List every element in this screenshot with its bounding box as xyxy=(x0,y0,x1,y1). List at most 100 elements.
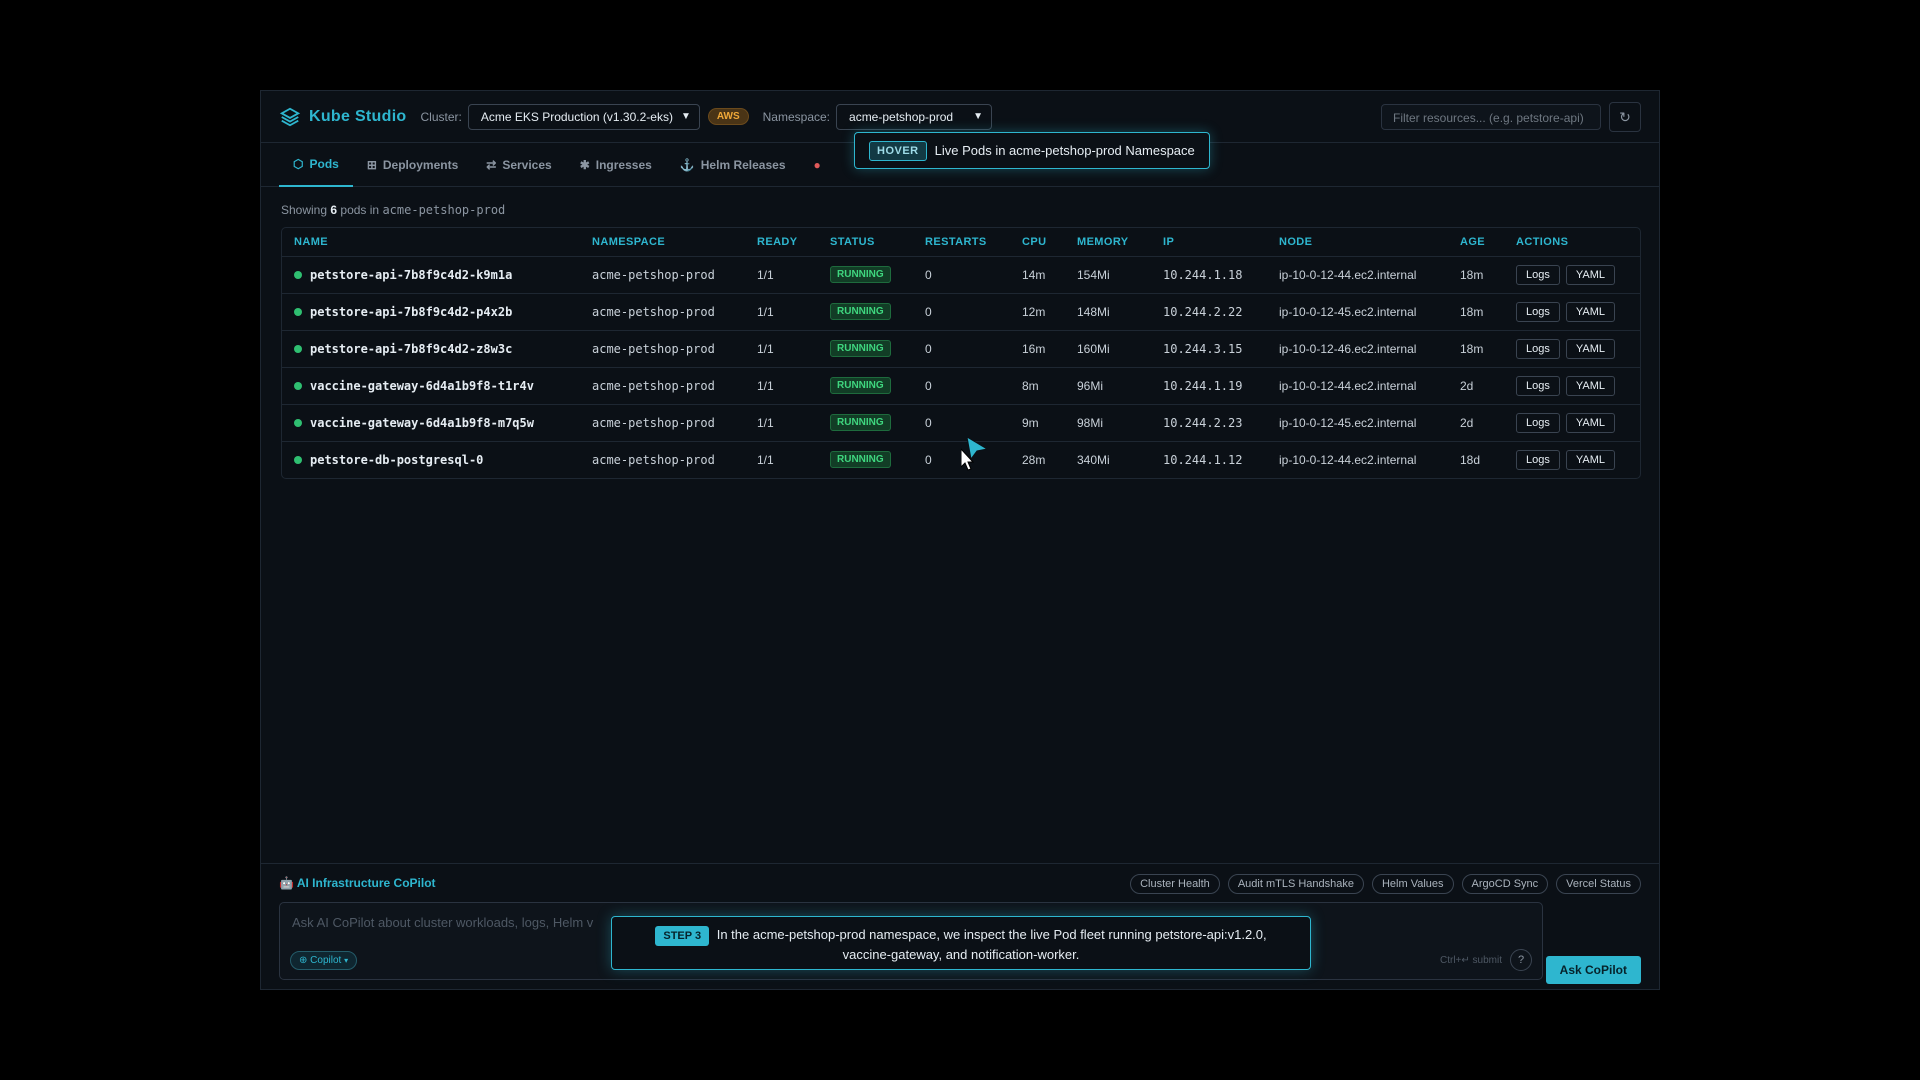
hover-text: Live Pods in acme-petshop-prod Namespace xyxy=(934,143,1195,158)
col-status[interactable]: STATUS xyxy=(818,228,913,257)
tab-deployments[interactable]: ⊞ Deployments xyxy=(353,143,472,187)
col-namespace[interactable]: NAMESPACE xyxy=(580,228,745,257)
pod-age: 18d xyxy=(1448,441,1504,478)
col-age[interactable]: AGE xyxy=(1448,228,1504,257)
summary-prefix: Showing xyxy=(281,203,328,217)
pod-ip: 10.244.2.23 xyxy=(1151,404,1267,442)
pod-namespace: acme-petshop-prod xyxy=(580,367,745,405)
chevron-down-icon: ▼ xyxy=(680,111,691,122)
col-cpu[interactable]: CPU xyxy=(1010,228,1065,257)
pod-name: vaccine-gateway-6d4a1b9f8-t1r4v xyxy=(310,378,534,393)
pod-cpu: 8m xyxy=(1010,367,1065,405)
logs-button[interactable]: Logs xyxy=(1516,375,1560,396)
help-button[interactable]: ? xyxy=(1510,949,1532,971)
pod-cpu: 9m xyxy=(1010,404,1065,442)
pod-name-cell[interactable]: petstore-api-7b8f9c4d2-z8w3c xyxy=(282,330,580,368)
chevron-down-icon: ▾ xyxy=(344,956,349,965)
chip-argocd-sync[interactable]: ArgoCD Sync xyxy=(1461,874,1549,894)
col-node[interactable]: NODE xyxy=(1267,228,1448,257)
chip-cluster-health[interactable]: Cluster Health xyxy=(1130,874,1220,894)
col-ip[interactable]: IP xyxy=(1151,228,1267,257)
pod-ip: 10.244.2.22 xyxy=(1151,293,1267,331)
chip-helm-values[interactable]: Helm Values xyxy=(1371,874,1454,894)
tab-label: Pods xyxy=(309,156,339,171)
logs-button[interactable]: Logs xyxy=(1516,338,1560,359)
summary-count: 6 xyxy=(330,203,338,217)
yaml-button[interactable]: YAML xyxy=(1565,412,1615,433)
yaml-button[interactable]: YAML xyxy=(1565,264,1615,285)
pod-icon: ⬡ xyxy=(293,156,304,171)
pod-node: ip-10-0-12-46.ec2.internal xyxy=(1267,330,1448,368)
yaml-button[interactable]: YAML xyxy=(1565,301,1615,322)
logs-button[interactable]: Logs xyxy=(1516,412,1560,433)
status-badge: RUNNING xyxy=(830,414,891,431)
pod-name: petstore-api-7b8f9c4d2-k9m1a xyxy=(310,267,513,282)
table-row[interactable]: petstore-api-7b8f9c4d2-k9m1a acme-petshop… xyxy=(282,256,1640,294)
pod-actions: Logs YAML xyxy=(1504,404,1640,442)
pod-restarts: 0 xyxy=(913,330,1010,368)
pod-ready: 1/1 xyxy=(745,330,818,368)
yaml-button[interactable]: YAML xyxy=(1565,338,1615,359)
pod-node: ip-10-0-12-44.ec2.internal xyxy=(1267,367,1448,405)
pod-age: 2d xyxy=(1448,404,1504,442)
yaml-button[interactable]: YAML xyxy=(1565,449,1615,470)
copilot-chips: Cluster Health Audit mTLS Handshake Helm… xyxy=(1130,874,1641,894)
pod-age: 18m xyxy=(1448,293,1504,331)
submit-hint: Ctrl+↵ submit xyxy=(1439,955,1502,966)
tab-services[interactable]: ⇄ Services xyxy=(472,143,565,187)
chip-audit-mtls[interactable]: Audit mTLS Handshake xyxy=(1227,874,1364,894)
mouse-cursor-icon xyxy=(961,437,989,471)
pod-name-cell[interactable]: vaccine-gateway-6d4a1b9f8-m7q5w xyxy=(282,404,580,442)
namespace-label: Namespace: xyxy=(762,109,831,124)
table-row[interactable]: petstore-api-7b8f9c4d2-p4x2b acme-petshop… xyxy=(282,293,1640,331)
status-dot xyxy=(294,271,302,279)
pod-name-cell[interactable]: vaccine-gateway-6d4a1b9f8-t1r4v xyxy=(282,367,580,405)
pod-memory: 160Mi xyxy=(1065,330,1151,368)
pod-name-cell[interactable]: petstore-db-postgresql-0 xyxy=(282,441,580,478)
col-name[interactable]: NAME xyxy=(282,228,580,257)
pod-ready: 1/1 xyxy=(745,367,818,405)
logs-button[interactable]: Logs xyxy=(1516,301,1560,322)
status-badge: RUNNING xyxy=(830,377,891,394)
pod-namespace: acme-petshop-prod xyxy=(580,404,745,442)
app-title: Kube Studio xyxy=(309,107,407,125)
tab-ingresses[interactable]: ✱ Ingresses xyxy=(566,143,666,187)
model-selector[interactable]: ⊕ Copilot ▾ xyxy=(290,951,358,970)
pods-summary: Showing 6 pods in acme-petshop-prod xyxy=(281,203,505,217)
filter-input[interactable]: Filter resources... (e.g. petstore-api) xyxy=(1381,104,1601,130)
chip-vercel-status[interactable]: Vercel Status xyxy=(1556,874,1641,894)
model-label: Copilot xyxy=(310,955,342,966)
tab-pods[interactable]: ⬡ Pods xyxy=(279,143,353,187)
pod-name-cell[interactable]: petstore-api-7b8f9c4d2-p4x2b xyxy=(282,293,580,331)
tab-label: Deployments xyxy=(382,157,459,172)
pod-ip: 10.244.3.15 xyxy=(1151,330,1267,368)
logs-button[interactable]: Logs xyxy=(1516,264,1560,285)
table-row[interactable]: vaccine-gateway-6d4a1b9f8-m7q5w acme-pets… xyxy=(282,404,1640,442)
logo[interactable]: Kube Studio xyxy=(279,106,407,128)
refresh-button[interactable]: ↻ xyxy=(1609,102,1641,132)
table-row[interactable]: vaccine-gateway-6d4a1b9f8-t1r4v acme-pets… xyxy=(282,367,1640,405)
pod-status-cell: RUNNING xyxy=(818,441,913,478)
pod-name-cell[interactable]: petstore-api-7b8f9c4d2-k9m1a xyxy=(282,256,580,294)
col-restarts[interactable]: RESTARTS xyxy=(913,228,1010,257)
cluster-select[interactable]: Acme EKS Production (v1.30.2-eks) ▼ xyxy=(467,103,700,130)
pod-memory: 154Mi xyxy=(1065,256,1151,294)
copilot-panel: 🤖 AI Infrastructure CoPilot Cluster Heal… xyxy=(261,863,1659,991)
table-row[interactable]: petstore-api-7b8f9c4d2-z8w3c acme-petshop… xyxy=(282,330,1640,368)
app-window: Kube Studio Cluster: Acme EKS Production… xyxy=(260,90,1660,990)
status-dot xyxy=(294,308,302,316)
logs-button[interactable]: Logs xyxy=(1516,449,1560,470)
asterisk-icon: ✱ xyxy=(579,157,590,172)
pod-actions: Logs YAML xyxy=(1504,441,1640,478)
status-dot xyxy=(294,345,302,353)
yaml-button[interactable]: YAML xyxy=(1565,375,1615,396)
step-tooltip: STEP 3 In the acme-petshop-prod namespac… xyxy=(611,916,1311,970)
col-memory[interactable]: MEMORY xyxy=(1065,228,1151,257)
pod-memory: 96Mi xyxy=(1065,367,1151,405)
col-ready[interactable]: READY xyxy=(745,228,818,257)
tab-helm-releases[interactable]: ⚓ Helm Releases xyxy=(666,143,800,187)
pod-age: 2d xyxy=(1448,367,1504,405)
namespace-select[interactable]: acme-petshop-prod ▼ xyxy=(836,103,993,130)
tab-argocd-partial[interactable]: ● xyxy=(800,143,835,187)
ask-copilot-button[interactable]: Ask CoPilot xyxy=(1545,956,1641,984)
